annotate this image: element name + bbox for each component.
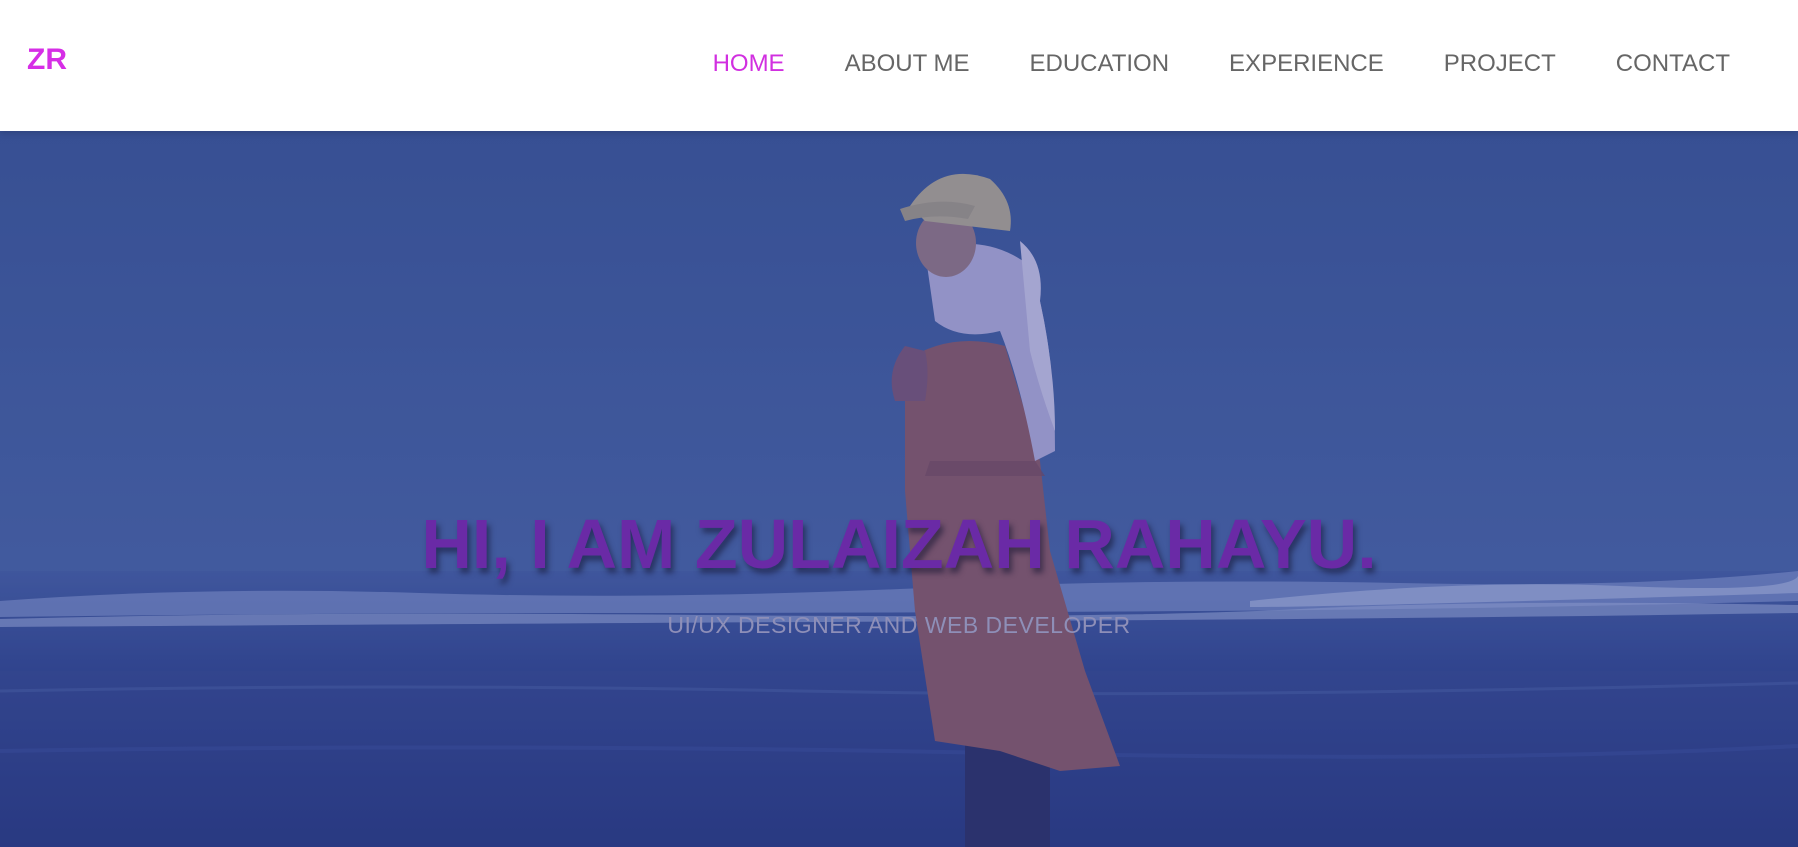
hero-subtitle: UI/UX DESIGNER AND WEB DEVELOPER [667, 612, 1131, 638]
nav-about-me[interactable]: ABOUT ME [845, 48, 970, 80]
hero-section: HI, I AM ZULAIZAH RAHAYU. UI/UX DESIGNER… [0, 131, 1798, 847]
navbar: ZR HOME ABOUT ME EDUCATION EXPERIENCE PR… [0, 0, 1798, 131]
nav-contact[interactable]: CONTACT [1616, 48, 1730, 80]
main-nav: HOME ABOUT ME EDUCATION EXPERIENCE PROJE… [653, 48, 1730, 80]
nav-project[interactable]: PROJECT [1444, 48, 1556, 80]
nav-education[interactable]: EDUCATION [1029, 48, 1169, 80]
nav-home[interactable]: HOME [713, 48, 785, 80]
nav-experience[interactable]: EXPERIENCE [1229, 48, 1384, 80]
page: ZR HOME ABOUT ME EDUCATION EXPERIENCE PR… [0, 0, 1798, 847]
hero-overlay [0, 131, 1798, 847]
hero-title: HI, I AM ZULAIZAH RAHAYU. [421, 505, 1377, 583]
logo[interactable]: ZR [27, 43, 67, 77]
